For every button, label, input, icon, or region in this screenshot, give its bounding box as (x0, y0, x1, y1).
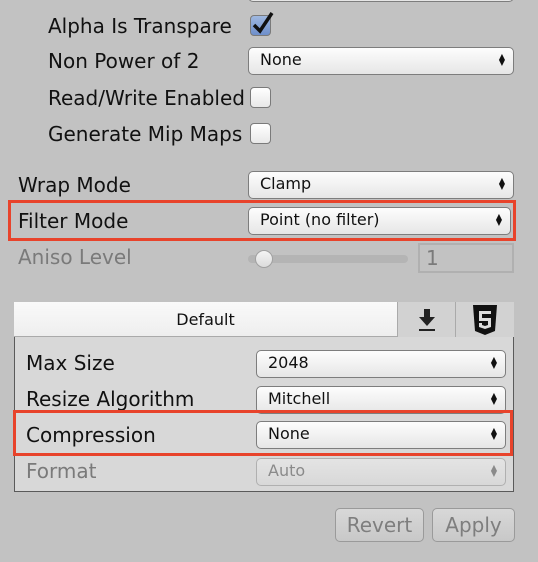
filter-mode-highlight (8, 200, 516, 241)
tab-default[interactable]: Default (14, 302, 397, 337)
updown-arrows-icon: ▲ ▼ (490, 391, 497, 406)
format-label: Format (26, 459, 97, 483)
non-power-of-2-value: None (260, 50, 302, 69)
aniso-level-slider-thumb[interactable] (255, 250, 273, 268)
checkmark-icon (252, 12, 274, 34)
format-dropdown: Auto ▲ ▼ (256, 458, 506, 486)
tab-html5-platform[interactable] (455, 302, 514, 337)
read-write-enabled-checkbox[interactable] (250, 87, 271, 108)
read-write-enabled-label: Read/Write Enabled (48, 86, 245, 110)
non-power-of-2-dropdown[interactable]: None ▲ ▼ (248, 47, 514, 75)
wrap-mode-value: Clamp (260, 174, 312, 193)
generate-mip-maps-label: Generate Mip Maps (48, 122, 243, 146)
tab-download-platform[interactable] (397, 302, 455, 337)
compression-highlight (13, 410, 513, 456)
updown-arrows-icon: ▲ ▼ (498, 52, 505, 67)
wrap-mode-label: Wrap Mode (18, 173, 131, 197)
updown-arrows-icon: ▲ ▼ (498, 176, 505, 191)
max-size-dropdown[interactable]: 2048 ▲ ▼ (256, 350, 506, 378)
resize-algorithm-value: Mitchell (268, 389, 331, 408)
aniso-level-input[interactable]: 1 (418, 243, 514, 273)
format-value: Auto (268, 461, 306, 480)
resize-algorithm-label: Resize Algorithm (26, 387, 195, 411)
download-icon (419, 309, 435, 331)
non-power-of-2-label: Non Power of 2 (48, 49, 200, 73)
apply-button[interactable]: Apply (432, 508, 515, 542)
tab-default-label: Default (176, 310, 235, 329)
html5-icon (473, 305, 497, 335)
alpha-is-transparency-label: Alpha Is Transpare (48, 14, 232, 38)
max-size-label: Max Size (26, 351, 115, 375)
aniso-level-label: Aniso Level (18, 245, 132, 269)
partial-dropdown-top[interactable] (248, 0, 514, 2)
wrap-mode-dropdown[interactable]: Clamp ▲ ▼ (248, 171, 514, 199)
generate-mip-maps-checkbox[interactable] (250, 123, 271, 144)
updown-arrows-icon: ▲ ▼ (490, 463, 497, 478)
revert-button[interactable]: Revert (335, 508, 424, 542)
updown-arrows-icon: ▲ ▼ (490, 355, 497, 370)
max-size-value: 2048 (268, 353, 309, 372)
alpha-is-transparency-checkbox[interactable] (250, 12, 274, 36)
